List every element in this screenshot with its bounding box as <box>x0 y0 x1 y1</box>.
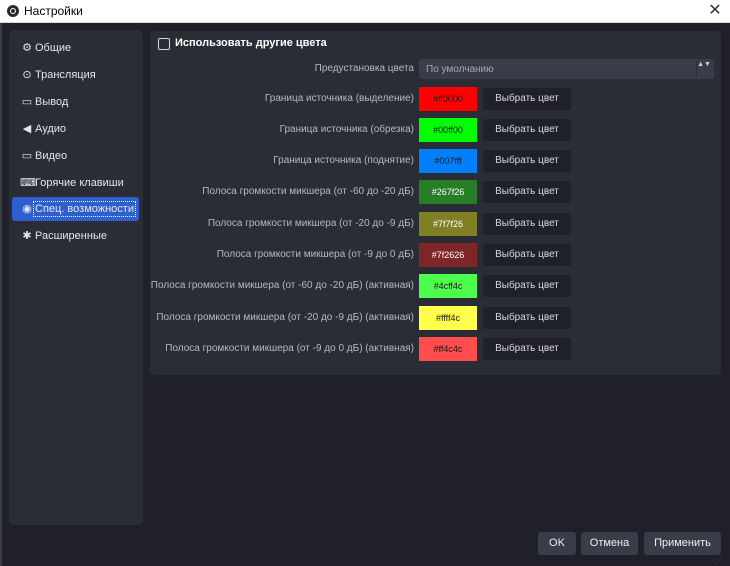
color-swatch: #ff4c4c <box>419 337 477 361</box>
use-custom-colors-checkbox[interactable] <box>158 38 170 50</box>
broadcast-icon: ⊙ <box>22 69 32 81</box>
sidebar-item-stream[interactable]: ⊙ Трансляция <box>12 63 139 87</box>
color-swatch: #00ff00 <box>419 118 477 142</box>
sidebar-item-label: Расширенные <box>35 230 107 242</box>
color-row: Полоса громкости микшера (от -20 до -9 д… <box>150 306 721 330</box>
spin-arrows-icon[interactable]: ▲▼ <box>696 61 711 77</box>
color-row-label: Полоса громкости микшера (от -9 до 0 дБ)… <box>165 343 414 354</box>
accessibility-icon: ◉ <box>22 203 32 215</box>
sidebar-item-hotkeys[interactable]: ⌨ Горячие клавиши <box>12 171 139 195</box>
keyboard-icon: ⌨ <box>20 177 36 189</box>
title-bar: Настройки ✕ <box>0 0 730 23</box>
color-row: Полоса громкости микшера (от -60 до -20 … <box>150 180 721 204</box>
resize-grip-icon[interactable]: ⋰ <box>716 558 726 564</box>
color-row-label: Полоса громкости микшера (от -60 до -20 … <box>202 186 414 197</box>
sidebar-item-general[interactable]: ⚙ Общие <box>12 36 139 60</box>
sidebar-item-label: Вывод <box>35 96 69 108</box>
color-swatch: #ffff4c <box>419 306 477 330</box>
sidebar-item-output[interactable]: ▭ Вывод <box>12 90 139 114</box>
color-swatch: #267f26 <box>419 180 477 204</box>
color-row-label: Полоса громкости микшера (от -20 до -9 д… <box>156 312 414 323</box>
wrench-icon: ✱ <box>22 230 32 242</box>
color-swatch: #4cff4c <box>419 274 477 298</box>
sidebar-item-label: Видео <box>35 150 68 162</box>
color-row: Полоса громкости микшера (от -20 до -9 д… <box>150 212 721 236</box>
pick-color-button[interactable]: Выбрать цвет <box>483 275 571 297</box>
cancel-button[interactable]: Отмена <box>581 532 638 555</box>
color-row-label: Граница источника (поднятие) <box>273 155 414 166</box>
apply-button[interactable]: Применить <box>644 532 721 555</box>
color-row: Полоса громкости микшера (от -9 до 0 дБ)… <box>150 243 721 267</box>
sidebar-item-accessibility[interactable]: ◉ Спец. возможности <box>12 197 139 221</box>
preset-select[interactable]: По умолчанию ▲▼ <box>419 59 714 79</box>
window-edge <box>0 23 2 566</box>
sidebar-item-label: Аудио <box>35 123 67 135</box>
use-custom-colors-label[interactable]: Использовать другие цвета <box>175 37 327 49</box>
sidebar-item-advanced[interactable]: ✱ Расширенные <box>12 224 139 248</box>
pick-color-button[interactable]: Выбрать цвет <box>483 244 571 266</box>
color-swatch: #ff0000 <box>419 87 477 111</box>
app-icon <box>7 5 19 17</box>
pick-color-button[interactable]: Выбрать цвет <box>483 338 571 360</box>
pick-color-button[interactable]: Выбрать цвет <box>483 181 571 203</box>
window-title: Настройки <box>24 4 83 18</box>
speaker-icon: ◀ <box>22 123 32 135</box>
output-icon: ▭ <box>21 96 33 108</box>
color-swatch: #7f2626 <box>419 243 477 267</box>
accessibility-panel: Использовать другие цвета Предустановка … <box>150 31 721 375</box>
sidebar: ⚙ Общие ⊙ Трансляция ▭ Вывод ◀ Аудио ▭ В… <box>9 30 143 525</box>
pick-color-button[interactable]: Выбрать цвет <box>483 88 571 110</box>
color-row: Граница источника (обрезка) #00ff00 Выбр… <box>150 118 721 142</box>
color-row: Граница источника (поднятие) #007fff Выб… <box>150 149 721 173</box>
sidebar-item-video[interactable]: ▭ Видео <box>12 144 139 168</box>
pick-color-button[interactable]: Выбрать цвет <box>483 213 571 235</box>
color-row-label: Граница источника (обрезка) <box>279 124 414 135</box>
color-row: Граница источника (выделение) #ff0000 Вы… <box>150 87 721 111</box>
preset-label: Предустановка цвета <box>314 63 414 74</box>
pick-color-button[interactable]: Выбрать цвет <box>483 150 571 172</box>
color-row: Полоса громкости микшера (от -60 до -20 … <box>150 274 721 298</box>
sidebar-item-label: Горячие клавиши <box>35 177 124 189</box>
sidebar-item-audio[interactable]: ◀ Аудио <box>12 117 139 141</box>
color-row-label: Граница источника (выделение) <box>264 93 414 104</box>
close-icon[interactable]: ✕ <box>704 0 726 22</box>
sidebar-item-label: Трансляция <box>35 69 96 81</box>
color-row-label: Полоса громкости микшера (от -9 до 0 дБ) <box>216 249 414 260</box>
sidebar-item-label: Спец. возможности <box>33 201 136 217</box>
pick-color-button[interactable]: Выбрать цвет <box>483 307 571 329</box>
color-swatch: #7f7f26 <box>419 212 477 236</box>
color-row-label: Полоса громкости микшера (от -20 до -9 д… <box>207 218 414 229</box>
gear-icon: ⚙ <box>22 42 32 54</box>
sidebar-item-label: Общие <box>35 42 72 54</box>
color-swatch: #007fff <box>419 149 477 173</box>
ok-button[interactable]: OK <box>538 532 576 555</box>
pick-color-button[interactable]: Выбрать цвет <box>483 119 571 141</box>
color-row-label: Полоса громкости микшера (от -60 до -20 … <box>150 280 414 291</box>
preset-value: По умолчанию <box>426 64 494 75</box>
monitor-icon: ▭ <box>21 150 33 162</box>
color-row: Полоса громкости микшера (от -9 до 0 дБ)… <box>150 337 721 361</box>
